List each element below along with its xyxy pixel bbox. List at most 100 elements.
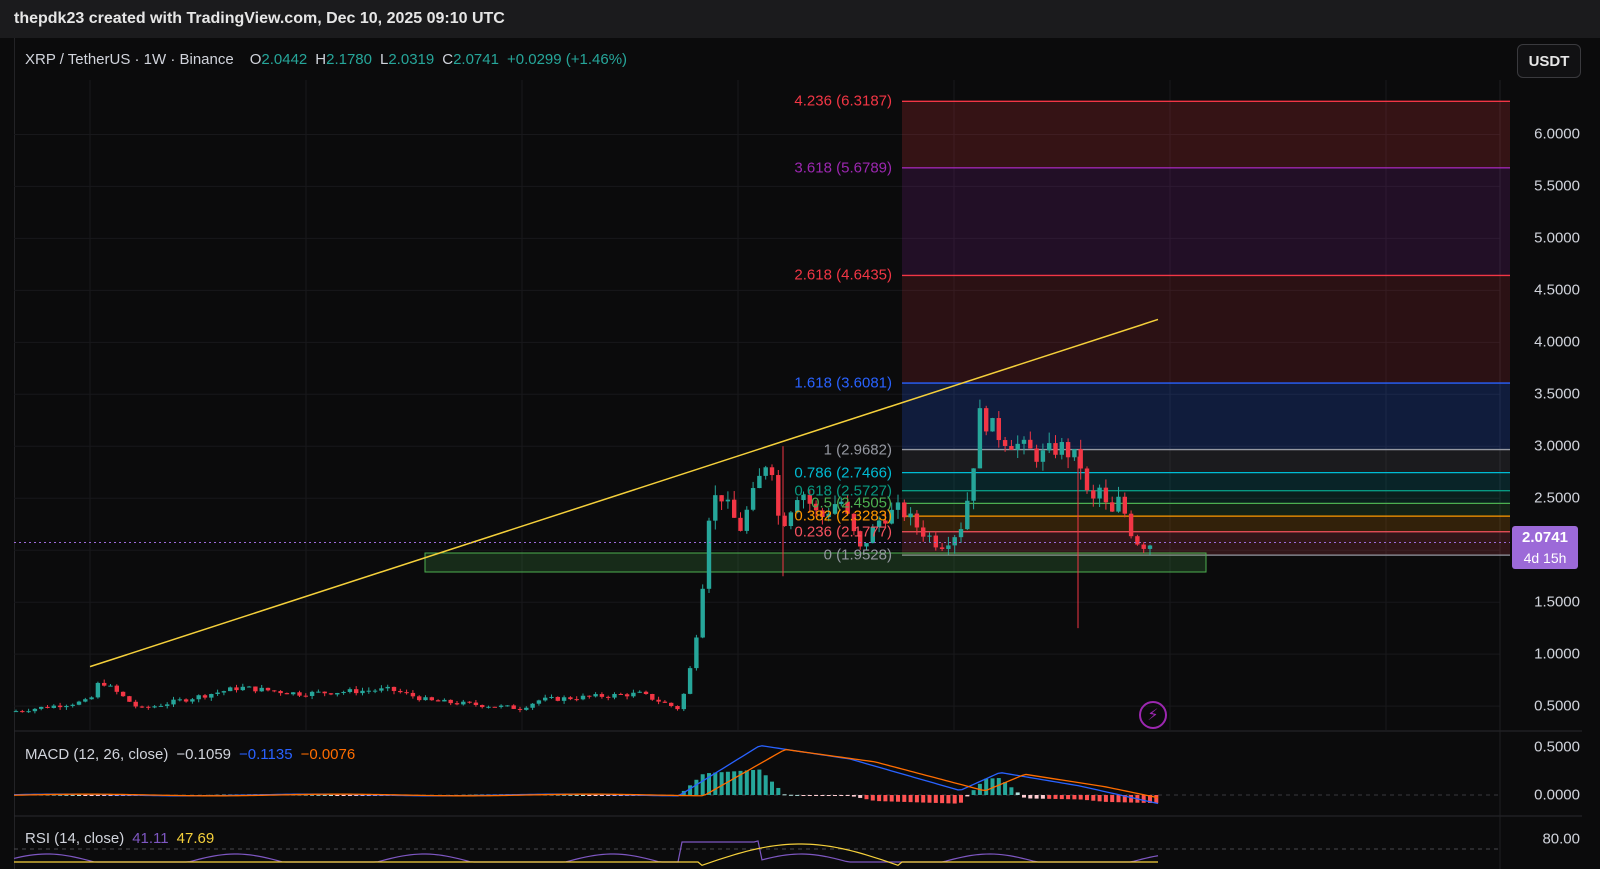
fib-level-label: 0.382 (2.3283) — [794, 507, 892, 525]
candle-body — [1116, 496, 1121, 512]
macd-histogram-bar — [858, 795, 863, 798]
macd-histogram-bar — [1141, 795, 1146, 803]
last-price-value: 2.0741 — [1522, 529, 1568, 546]
candle-body — [39, 706, 44, 709]
macd-histogram-bar — [763, 775, 768, 795]
candle-body — [398, 690, 403, 693]
macd-title[interactable]: MACD (12, 26, close) — [25, 746, 168, 763]
price-axis-label: 2.5000 — [1534, 489, 1580, 507]
candle-body — [1072, 449, 1077, 458]
candle-body — [1103, 487, 1109, 503]
fib-zone — [902, 167, 1510, 276]
candle-body — [511, 705, 516, 709]
candle-body — [631, 692, 636, 697]
candle-body — [486, 706, 491, 708]
macd-histogram-bar — [719, 772, 724, 795]
candle-body — [1091, 490, 1096, 499]
macd-signal-value: −0.0076 — [300, 746, 356, 763]
change-value: +0.0299 (+1.46%) — [506, 50, 628, 68]
macd-histogram-bar — [984, 778, 989, 795]
candle-body — [1147, 545, 1153, 549]
candle-body — [391, 686, 397, 691]
macd-histogram-bar — [877, 795, 882, 802]
price-axis-label: 4.0000 — [1534, 333, 1580, 351]
candle-body — [505, 705, 510, 707]
candle-body — [939, 547, 945, 549]
candle-body — [335, 692, 340, 695]
candle-body — [303, 695, 308, 697]
candle-body — [32, 708, 38, 712]
macd-histogram-bar — [77, 794, 81, 796]
currency-button[interactable]: USDT — [1517, 44, 1581, 78]
candle-body — [700, 588, 705, 638]
candle-body — [146, 706, 151, 708]
candle-body — [706, 520, 712, 589]
candle-body — [990, 418, 995, 432]
candle-body — [984, 408, 989, 432]
macd-histogram-bar — [889, 795, 894, 802]
macd-histogram-bar — [593, 795, 598, 796]
candle-body — [612, 693, 617, 698]
candle-body — [517, 708, 523, 710]
last-price-tag: 2.0741 4d 15h — [1512, 526, 1578, 569]
macd-histogram-bar — [908, 795, 913, 803]
macd-axis-label-zero: 0.0000 — [1534, 786, 1580, 804]
macd-histogram-bar — [1078, 795, 1083, 800]
symbol-name[interactable]: XRP / TetherUS · 1W · Binance — [25, 51, 234, 68]
macd-histogram-bar — [965, 795, 970, 797]
macd-histogram-bar — [694, 779, 699, 795]
candle-body — [593, 694, 598, 697]
macd-histogram-bar — [95, 795, 100, 796]
candle-body — [309, 691, 315, 696]
candle-body — [385, 686, 390, 689]
macd-legend: MACD (12, 26, close) −0.1059 −0.1135 −0.… — [25, 746, 355, 763]
candle-body — [524, 707, 529, 710]
candle-body — [650, 693, 655, 700]
candle-body — [190, 699, 195, 702]
candle-body — [467, 701, 472, 703]
candle-body — [492, 706, 497, 708]
macd-histogram-bar — [1091, 795, 1096, 801]
macd-histogram-bar — [341, 795, 346, 796]
candle-body — [719, 495, 724, 502]
candle-body — [228, 687, 233, 692]
lightning-icon[interactable]: ⚡ — [1139, 701, 1167, 729]
macd-histogram-bar — [996, 778, 1001, 795]
macd-histogram-bar — [776, 787, 781, 795]
macd-histogram-bar — [870, 795, 875, 801]
macd-histogram-bar — [700, 774, 705, 795]
rsi-title[interactable]: RSI (14, close) — [25, 830, 124, 847]
low-key: L — [380, 50, 389, 68]
candle-body — [1065, 442, 1071, 458]
macd-histogram-bar — [751, 770, 756, 795]
macd-histogram-bar — [814, 795, 819, 796]
candle-body — [435, 700, 441, 702]
candle-body — [240, 686, 245, 691]
candle-body — [555, 696, 560, 701]
candle-body — [209, 693, 214, 698]
candle-body — [51, 705, 56, 708]
symbol-legend: XRP / TetherUS · 1W · Binance O 2.0442 H2… — [25, 48, 627, 70]
macd-histogram-bar — [1059, 795, 1064, 800]
candle-body — [366, 690, 371, 692]
candle-body — [127, 696, 132, 702]
candle-body — [13, 711, 19, 713]
candle-body — [177, 699, 182, 701]
candle-body — [83, 699, 88, 702]
price-axis-label: 3.0000 — [1534, 437, 1580, 455]
price-chart[interactable] — [0, 0, 1600, 869]
candle-body — [763, 467, 768, 476]
candle-body — [1034, 448, 1039, 462]
support-zone — [424, 552, 1207, 573]
candle-body — [316, 691, 321, 693]
candle-body — [171, 699, 176, 705]
candle-body — [221, 691, 227, 693]
candle-body — [637, 691, 642, 693]
rsi-ma-value: 47.69 — [176, 830, 215, 847]
candle-body — [1141, 544, 1146, 549]
low-value: 2.0319 — [388, 50, 435, 68]
macd-histogram-bar — [921, 795, 926, 803]
candle-body — [914, 513, 920, 528]
candle-body — [599, 694, 605, 697]
candle-body — [971, 468, 976, 501]
